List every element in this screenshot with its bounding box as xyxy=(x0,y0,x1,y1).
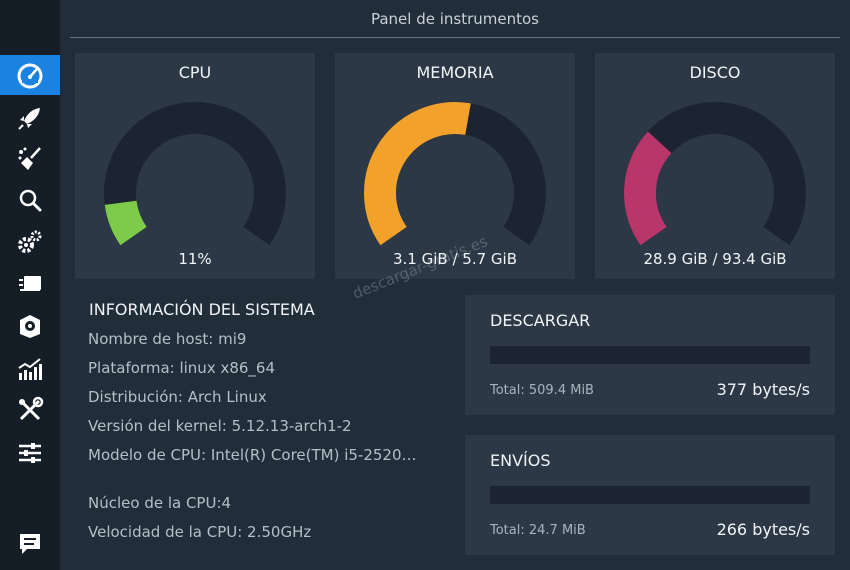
upload-card: ENVÍOS Total: 24.7 MiB 266 bytes/s xyxy=(465,435,835,555)
cpu-speed-text: Velocidad de la CPU: 2.50GHz xyxy=(88,523,312,541)
sidebar-item-uninstaller[interactable] xyxy=(0,306,60,346)
sidebar-item-settings[interactable] xyxy=(0,433,60,473)
download-rate: 377 bytes/s xyxy=(716,380,810,399)
sidebar-item-feedback[interactable] xyxy=(0,524,60,564)
download-bar xyxy=(490,346,810,364)
speedometer-icon xyxy=(17,63,43,89)
gauge-fill xyxy=(624,131,672,246)
gauge-track xyxy=(624,102,806,246)
cpu-cores-text: Núcleo de la CPU:4 xyxy=(88,494,232,512)
upload-rate: 266 bytes/s xyxy=(716,520,810,539)
tools-icon xyxy=(19,396,44,421)
sidebar-item-cleaner[interactable] xyxy=(0,139,60,179)
sidebar xyxy=(0,0,60,570)
package-icon xyxy=(20,315,40,338)
search-icon xyxy=(19,189,42,212)
rocket-icon xyxy=(18,108,40,130)
distro-text: Distribución: Arch Linux xyxy=(88,388,267,406)
memory-gauge-title: MEMORIA xyxy=(416,63,494,82)
cpu-model-text: Modelo de CPU: Intel(R) Core(TM) i5-2520… xyxy=(88,446,428,464)
upload-total: Total: 24.7 MiB xyxy=(490,523,586,538)
disk-gauge-title: DISCO xyxy=(689,63,741,82)
system-info-heading: INFORMACIÓN DEL SISTEMA xyxy=(89,300,315,319)
sliders-icon xyxy=(19,443,41,463)
chart-icon xyxy=(18,358,42,380)
sidebar-item-processes[interactable] xyxy=(0,264,60,304)
sidebar-item-search[interactable] xyxy=(0,180,60,220)
download-title: DESCARGAR xyxy=(490,311,591,330)
dashboard-panel: Panel de instrumentos CPU 11% MEMORIA 3.… xyxy=(60,0,850,570)
system-info-panel: INFORMACIÓN DEL SISTEMA Nombre de host: … xyxy=(88,300,468,541)
gauge-fill xyxy=(364,102,471,246)
gears-icon xyxy=(18,230,42,253)
sidebar-item-services[interactable] xyxy=(0,222,60,262)
gauge-track xyxy=(104,102,286,246)
hostname-text: Nombre de host: mi9 xyxy=(88,330,247,348)
sidebar-item-resources[interactable] xyxy=(0,349,60,389)
sidebar-item-dashboard[interactable] xyxy=(0,55,60,95)
download-total: Total: 509.4 MiB xyxy=(490,383,594,398)
platform-text: Plataforma: linux x86_64 xyxy=(88,359,276,377)
upload-title: ENVÍOS xyxy=(490,451,551,470)
disk-gauge-card: DISCO 28.9 GiB / 93.4 GiB xyxy=(595,53,835,279)
broom-icon xyxy=(18,147,41,170)
kernel-text: Versión del kernel: 5.12.13-arch1-2 xyxy=(88,417,352,435)
cpu-gauge-title: CPU xyxy=(178,63,212,82)
stack-icon xyxy=(19,276,41,291)
sidebar-item-tools[interactable] xyxy=(0,390,60,430)
cpu-gauge-value: 11% xyxy=(178,250,212,268)
upload-bar xyxy=(490,486,810,504)
sidebar-item-optimizer[interactable] xyxy=(0,98,60,138)
gauge-fill xyxy=(104,199,148,246)
cpu-gauge-card: CPU 11% xyxy=(75,53,315,279)
download-card: DESCARGAR Total: 509.4 MiB 377 bytes/s xyxy=(465,295,835,415)
chat-icon xyxy=(20,534,40,554)
page-title: Panel de instrumentos xyxy=(70,0,840,38)
disk-gauge-value: 28.9 GiB / 93.4 GiB xyxy=(643,250,787,268)
